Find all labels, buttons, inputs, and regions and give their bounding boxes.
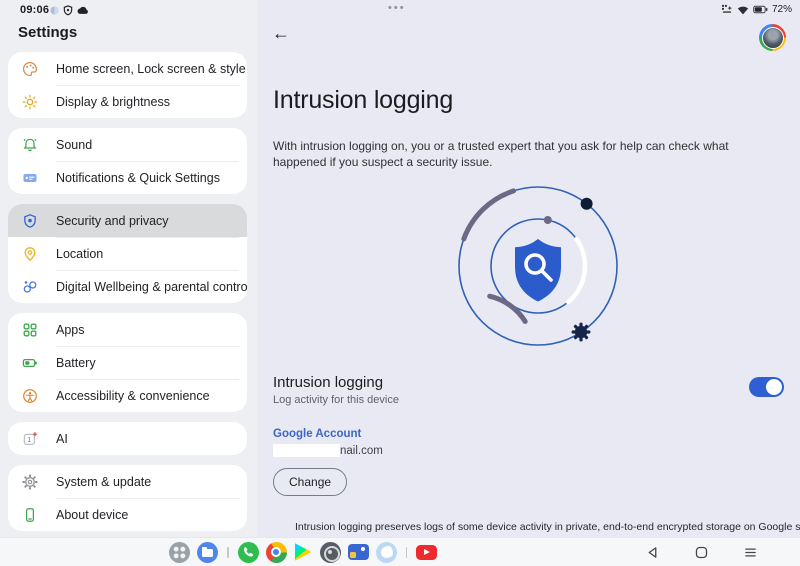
navigation-buttons bbox=[644, 538, 758, 566]
screen-description: With intrusion logging on, you or a trus… bbox=[273, 138, 748, 170]
email-redaction bbox=[273, 444, 340, 457]
battery-percent: 72% bbox=[772, 4, 792, 15]
settings-group: 1 AI bbox=[8, 422, 247, 455]
sidebar-item-digital-wellbeing[interactable]: Digital Wellbeing & parental controls bbox=[8, 270, 247, 303]
dock-divider bbox=[227, 547, 229, 558]
sidebar-item-location[interactable]: Location bbox=[8, 237, 247, 270]
shield-icon bbox=[22, 213, 38, 229]
change-account-button[interactable]: Change bbox=[273, 468, 347, 496]
settings-group: Apps Battery Accessibility & convenience bbox=[8, 313, 247, 412]
phone-app-icon[interactable] bbox=[238, 542, 259, 563]
sidebar-item-label: System & update bbox=[56, 475, 151, 489]
intrusion-logging-illustration bbox=[438, 182, 638, 354]
intrusion-logging-setting-row: Intrusion logging Log activity for this … bbox=[273, 374, 784, 406]
window-drag-handle[interactable]: ••• bbox=[388, 2, 406, 14]
settings-group: Security and privacy Location Digital We… bbox=[8, 204, 247, 303]
sidebar-item-label: Display & brightness bbox=[56, 95, 170, 109]
screen-title: Intrusion logging bbox=[273, 86, 453, 115]
sun-icon bbox=[22, 94, 38, 110]
account-email: nail.com bbox=[273, 444, 383, 457]
sidebar-item-label: Apps bbox=[56, 323, 85, 337]
avatar-photo bbox=[762, 27, 784, 49]
gallery-app-icon[interactable] bbox=[348, 544, 369, 560]
wifi-icon bbox=[737, 5, 749, 15]
tablet-screen: { "status_bar": { "time": "09:06", "hand… bbox=[0, 0, 800, 566]
footer-note-text: Intrusion logging preserves logs of some… bbox=[295, 521, 800, 533]
intrusion-logging-panel: ••• 72% ← Intrusion logging With intrusi… bbox=[257, 0, 800, 537]
email-suffix: nail.com bbox=[340, 445, 383, 457]
sidebar-item-display-brightness[interactable]: Display & brightness bbox=[8, 85, 247, 118]
battery-icon bbox=[753, 5, 768, 14]
chrome-center bbox=[271, 547, 281, 557]
setting-sublabel: Log activity for this device bbox=[273, 394, 399, 406]
sidebar-item-notifications[interactable]: Notifications & Quick Settings bbox=[8, 161, 247, 194]
sidebar-item-accessibility[interactable]: Accessibility & convenience bbox=[8, 379, 247, 412]
nav-home-button[interactable] bbox=[693, 544, 709, 560]
taskbar bbox=[0, 537, 800, 566]
cloud-icon bbox=[77, 6, 89, 15]
sidebar-item-label: Notifications & Quick Settings bbox=[56, 171, 220, 185]
app-drawer-icon[interactable] bbox=[169, 542, 190, 563]
account-avatar[interactable] bbox=[759, 24, 786, 51]
youtube-app-icon[interactable] bbox=[416, 545, 437, 560]
dock-divider bbox=[406, 547, 408, 558]
sidebar-item-security-privacy[interactable]: Security and privacy bbox=[8, 204, 247, 237]
sidebar-item-sound[interactable]: Sound bbox=[8, 128, 247, 161]
settings-group: System & update About device bbox=[8, 465, 247, 531]
sidebar-item-label: AI bbox=[56, 432, 68, 446]
phone-outline-icon bbox=[22, 507, 38, 523]
gear-icon bbox=[22, 474, 38, 490]
settings-sidebar: 09:06 Settings Home screen, Lock screen … bbox=[0, 0, 257, 537]
sidebar-item-ai[interactable]: 1 AI bbox=[8, 422, 247, 455]
dock bbox=[169, 538, 437, 566]
sidebar-item-label: Security and privacy bbox=[56, 214, 169, 228]
setting-labels: Intrusion logging Log activity for this … bbox=[273, 374, 399, 406]
status-icons-left bbox=[50, 5, 89, 16]
bell-icon bbox=[22, 137, 38, 153]
assistant-app-icon[interactable] bbox=[376, 542, 397, 563]
app-grid-icon bbox=[22, 322, 38, 338]
sidebar-item-about-device[interactable]: About device bbox=[8, 498, 247, 531]
page-title: Settings bbox=[18, 24, 77, 41]
status-icons-right: 72% bbox=[721, 4, 792, 15]
sidebar-item-label: Sound bbox=[56, 138, 92, 152]
palette-icon bbox=[22, 61, 38, 77]
ai-badge-icon: 1 bbox=[22, 431, 38, 447]
chrome-app-icon[interactable] bbox=[266, 542, 287, 563]
status-indicator-icon bbox=[721, 4, 733, 15]
sidebar-item-apps[interactable]: Apps bbox=[8, 313, 247, 346]
sidebar-item-label: Home screen, Lock screen & style bbox=[56, 62, 246, 76]
sidebar-item-label: Location bbox=[56, 247, 103, 261]
clock: 09:06 bbox=[20, 4, 49, 16]
accessibility-person-icon bbox=[22, 388, 38, 404]
sidebar-item-home-screen[interactable]: Home screen, Lock screen & style bbox=[8, 52, 247, 85]
sidebar-item-system-update[interactable]: System & update bbox=[8, 465, 247, 498]
settings-group: Sound Notifications & Quick Settings bbox=[8, 128, 247, 194]
toggle-knob bbox=[766, 379, 782, 395]
back-arrow-icon[interactable]: ← bbox=[272, 24, 290, 42]
svg-text:1: 1 bbox=[27, 437, 31, 444]
event-circle-icon bbox=[50, 6, 59, 15]
wellbeing-rings-icon bbox=[22, 279, 38, 295]
settings-group: Home screen, Lock screen & style Display… bbox=[8, 52, 247, 118]
nav-back-button[interactable] bbox=[644, 544, 660, 560]
intrusion-logging-toggle[interactable] bbox=[749, 377, 784, 397]
files-app-icon[interactable] bbox=[197, 542, 218, 563]
sidebar-item-label: Digital Wellbeing & parental controls bbox=[56, 280, 247, 294]
shield-status-icon bbox=[63, 5, 73, 16]
battery-icon bbox=[22, 355, 38, 371]
nav-recents-button[interactable] bbox=[742, 544, 758, 560]
setting-label: Intrusion logging bbox=[273, 374, 399, 391]
sidebar-item-label: Battery bbox=[56, 356, 96, 370]
sidebar-item-label: About device bbox=[56, 508, 128, 522]
google-account-heading: Google Account bbox=[273, 428, 361, 440]
camera-app-icon[interactable] bbox=[320, 542, 341, 563]
settings-menu: Home screen, Lock screen & style Display… bbox=[8, 52, 247, 541]
notification-banner-icon bbox=[22, 170, 38, 186]
map-pin-icon bbox=[22, 246, 38, 262]
sidebar-item-battery[interactable]: Battery bbox=[8, 346, 247, 379]
play-store-app-icon[interactable] bbox=[295, 543, 312, 561]
footer-note: Intrusion logging preserves logs of some… bbox=[288, 520, 796, 533]
sidebar-item-label: Accessibility & convenience bbox=[56, 389, 210, 403]
